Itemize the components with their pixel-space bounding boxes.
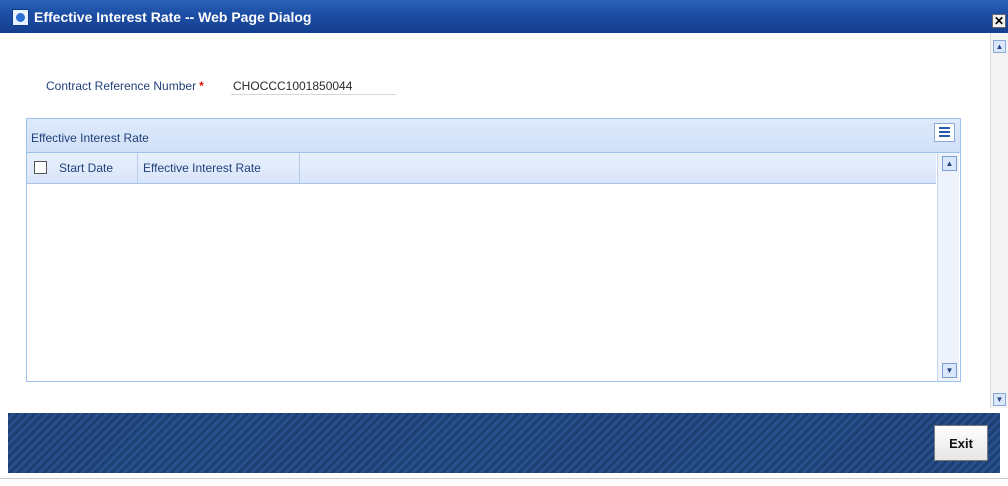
window-title: Effective Interest Rate -- Web Page Dial… xyxy=(34,9,312,25)
grid-scrollbar[interactable]: ▲ ▼ xyxy=(937,153,959,381)
grid-header: Start Date Effective Interest Rate xyxy=(27,153,936,184)
col-effective-interest-rate[interactable]: Effective Interest Rate xyxy=(138,153,300,183)
contract-ref-field[interactable] xyxy=(231,77,396,95)
ie-icon xyxy=(12,9,29,26)
footer-bar: Exit xyxy=(8,413,1000,473)
col-start-date[interactable]: Start Date xyxy=(55,153,138,183)
scroll-up-icon[interactable]: ▲ xyxy=(993,40,1006,53)
contract-ref-label: Contract Reference Number * xyxy=(46,79,204,93)
grid-scroll-down-icon[interactable]: ▼ xyxy=(942,363,957,378)
list-view-icon[interactable] xyxy=(934,123,955,142)
dialog-window: Effective Interest Rate -- Web Page Dial… xyxy=(0,0,1008,486)
window-scrollbar[interactable]: ▲ ▼ xyxy=(990,33,1008,408)
effective-rate-panel: Effective Interest Rate Start Date Effec… xyxy=(26,118,961,382)
grid-scroll-up-icon[interactable]: ▲ xyxy=(942,156,957,171)
contract-ref-label-text: Contract Reference Number xyxy=(46,79,197,93)
required-mark: * xyxy=(199,79,204,93)
close-icon[interactable]: ✕ xyxy=(992,14,1006,28)
panel-header: Effective Interest Rate xyxy=(27,119,960,153)
checkbox-column xyxy=(27,153,55,183)
panel-title: Effective Interest Rate xyxy=(31,131,149,145)
title-bar: Effective Interest Rate -- Web Page Dial… xyxy=(0,0,1008,33)
scroll-down-icon[interactable]: ▼ xyxy=(993,393,1006,406)
exit-button[interactable]: Exit xyxy=(934,425,988,461)
